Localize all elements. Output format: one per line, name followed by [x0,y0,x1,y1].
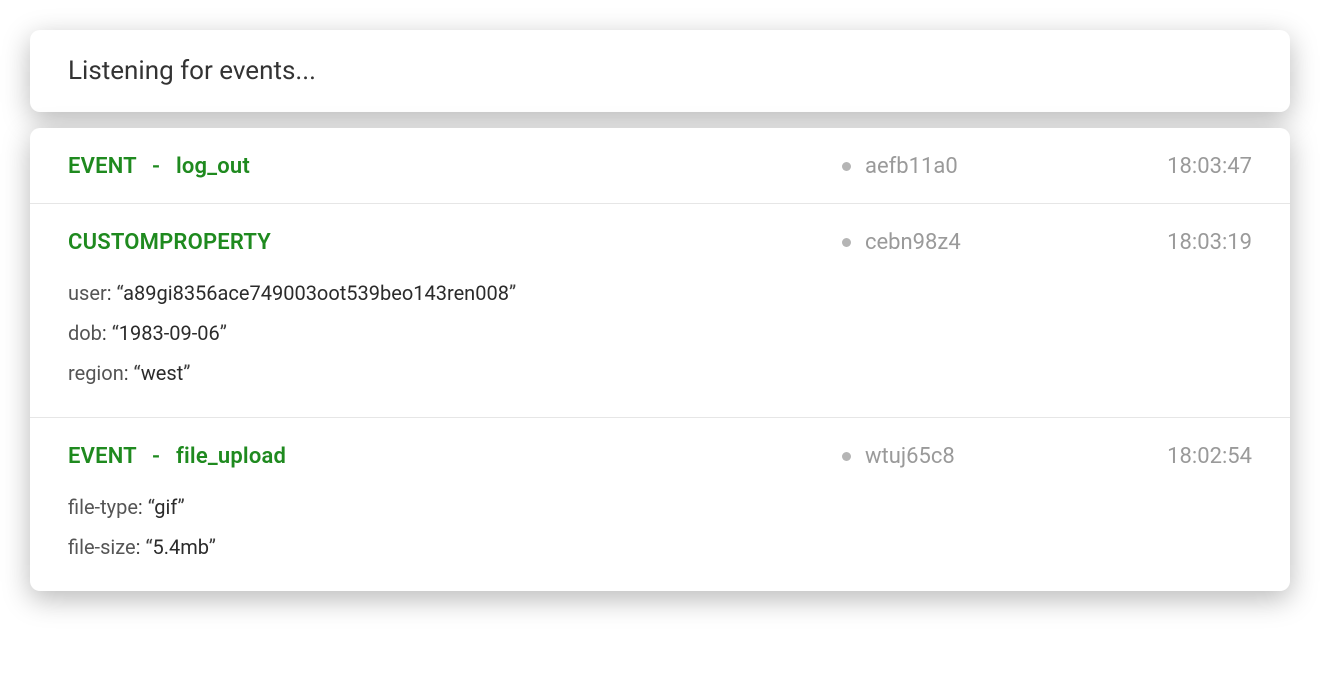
event-id: cebn98z4 [865,230,961,255]
event-time: 18:02:54 [1142,444,1252,469]
event-header: CUSTOMPROPERTY cebn98z4 18:03:19 [68,230,1252,255]
event-property: region: “west” [68,353,1252,393]
event-time: 18:03:19 [1142,230,1252,255]
property-value: gif [154,495,177,519]
event-title: EVENT - file_upload [68,444,842,469]
event-row[interactable]: EVENT - log_out aefb11a0 18:03:47 [30,128,1290,204]
event-property: file-size: “5.4mb” [68,527,1252,567]
property-value: a89gi8356ace749003oot539beo143ren008 [123,281,509,305]
property-key: file-type [68,495,138,519]
event-time: 18:03:47 [1142,154,1252,179]
event-property: dob: “1983-09-06” [68,313,1252,353]
property-value: 5.4mb [153,535,209,559]
event-title: CUSTOMPROPERTY [68,230,842,255]
event-header: EVENT - file_upload wtuj65c8 18:02:54 [68,444,1252,469]
event-name: file_upload [176,444,286,469]
property-key: file-size [68,535,136,559]
event-property: user: “a89gi8356ace749003oot539beo143ren… [68,273,1252,313]
status-dot-icon [842,238,851,247]
event-type-label: EVENT [68,444,136,469]
property-value: west [141,361,184,385]
event-type-label: EVENT [68,154,136,179]
event-dash: - [152,154,160,179]
event-name: log_out [176,154,250,179]
event-header: EVENT - log_out aefb11a0 18:03:47 [68,154,1252,179]
property-key: user [68,281,107,305]
status-dot-icon [842,452,851,461]
event-id-wrap: aefb11a0 [842,154,1142,179]
event-properties: file-type: “gif” file-size: “5.4mb” [68,487,1252,567]
property-key: dob [68,321,102,345]
event-type-label: CUSTOMPROPERTY [68,230,271,255]
event-dash: - [152,444,160,469]
events-list-card: EVENT - log_out aefb11a0 18:03:47 CUSTOM… [30,128,1290,591]
event-properties: user: “a89gi8356ace749003oot539beo143ren… [68,273,1252,393]
listening-header-card: Listening for events... [30,30,1290,112]
listening-title: Listening for events... [68,56,1252,86]
property-key: region [68,361,124,385]
property-value: 1983-09-06 [119,321,220,345]
event-id: wtuj65c8 [865,444,955,469]
event-id-wrap: wtuj65c8 [842,444,1142,469]
event-id: aefb11a0 [865,154,958,179]
event-row[interactable]: EVENT - file_upload wtuj65c8 18:02:54 fi… [30,418,1290,591]
status-dot-icon [842,162,851,171]
event-title: EVENT - log_out [68,154,842,179]
event-property: file-type: “gif” [68,487,1252,527]
event-id-wrap: cebn98z4 [842,230,1142,255]
event-row[interactable]: CUSTOMPROPERTY cebn98z4 18:03:19 user: “… [30,204,1290,418]
